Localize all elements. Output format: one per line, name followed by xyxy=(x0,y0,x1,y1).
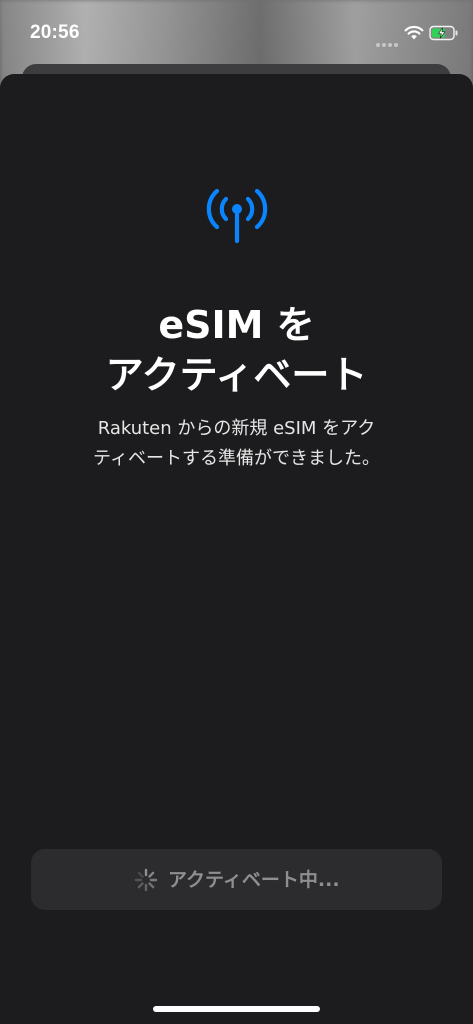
screen: 20:56 eSIM を アクティベート Rakuten からの新規 eSIM … xyxy=(0,0,473,1024)
page-title: eSIM を アクティベート xyxy=(0,300,473,400)
title-line: eSIM を xyxy=(158,303,315,347)
description-line: ティベートする準備ができました。 xyxy=(93,448,380,469)
signal-dots-icon xyxy=(376,32,402,47)
description-line: Rakuten からの新規 eSIM をアク xyxy=(97,418,376,439)
status-time: 20:56 xyxy=(30,22,80,43)
spinner-icon xyxy=(134,868,158,892)
status-bar: 20:56 xyxy=(0,0,473,66)
title-line: アクティベート xyxy=(105,353,368,397)
wifi-icon xyxy=(404,25,424,40)
cellular-antenna-icon xyxy=(206,188,268,244)
description-text: Rakuten からの新規 eSIM をアク ティベートする準備ができました。 xyxy=(66,414,407,474)
activating-button-label: アクティベート中... xyxy=(168,869,340,891)
home-indicator[interactable] xyxy=(153,1006,320,1012)
battery-charging-icon xyxy=(429,25,458,41)
